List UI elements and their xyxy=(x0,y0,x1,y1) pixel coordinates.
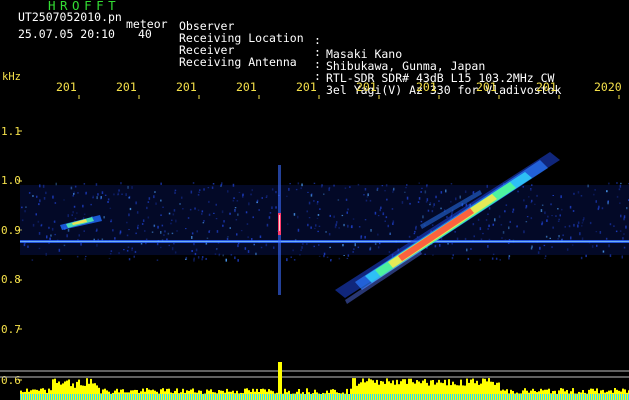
x-tick-label: 201 xyxy=(476,80,497,94)
info-row-observer: Observer : Masaki Kano xyxy=(179,5,402,61)
minute-ticks xyxy=(78,95,620,99)
x-tick-label: 201 xyxy=(236,80,257,94)
x-tick-label: 201 xyxy=(536,80,557,94)
x-tick-label: 201 xyxy=(416,80,437,94)
x-tick-label: 201 xyxy=(296,80,317,94)
count-value: 40 xyxy=(138,27,152,41)
x-tick-label: 201 xyxy=(356,80,377,94)
info-row-receiver: Receiver : RTL-SDR SDR# 43dB L15 103.2MH… xyxy=(179,29,554,85)
x-tick-label: 201 xyxy=(116,80,137,94)
activity-histogram xyxy=(20,362,629,400)
x-tick-label: 201 xyxy=(56,80,77,94)
carrier-core xyxy=(20,241,629,242)
x-tick-label: 2020 xyxy=(594,80,622,94)
info-row-antenna: Receiving Antenna : 3el Yagi(V) Az 330 f… xyxy=(179,41,561,97)
frequency-ticks xyxy=(18,130,22,381)
file-name: UT2507052010.pn xyxy=(18,10,122,24)
timestamp: 25.07.05 20:10 xyxy=(18,27,115,41)
interference-spike xyxy=(278,165,281,295)
y-unit-label: kHz xyxy=(2,71,21,83)
x-tick-label: 201 xyxy=(176,80,197,94)
spectrogram-plot xyxy=(0,95,629,400)
info-row-location: Receiving Location : Shibukawa, Gunma, J… xyxy=(179,17,485,73)
info-label: Receiving Antenna xyxy=(179,55,297,69)
